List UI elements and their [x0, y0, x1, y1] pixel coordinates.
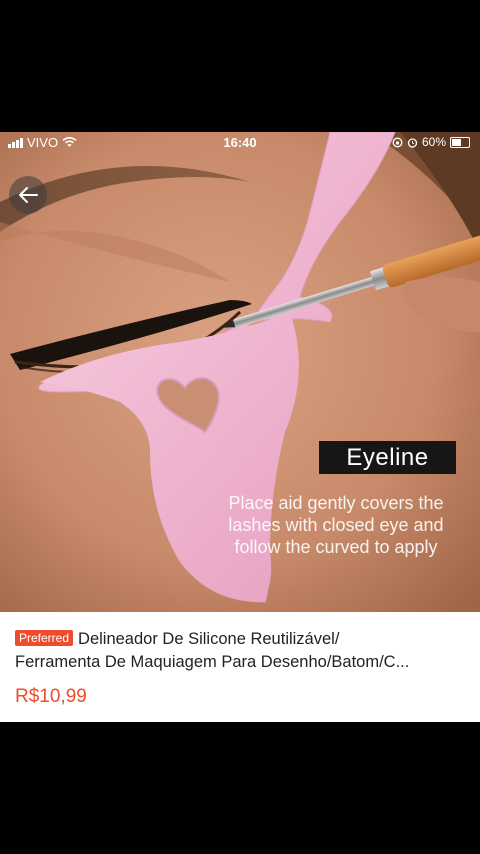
product-title[interactable]: Preferred Delineador De Silicone Reutiliz… — [15, 628, 465, 674]
product-info: Preferred Delineador De Silicone Reutiliz… — [0, 612, 480, 722]
product-price: R$10,99 — [15, 686, 87, 707]
alarm-icon — [407, 137, 418, 148]
back-arrow-icon — [19, 187, 38, 203]
status-bar: VIVO 16:40 60% — [0, 132, 480, 154]
battery-icon — [450, 136, 470, 148]
back-button[interactable] — [9, 176, 47, 214]
product-title-line2: Ferramenta De Maquiagem Para Desenho/Bat… — [15, 653, 410, 671]
caption-line: lashes with closed eye and — [228, 515, 444, 535]
image-caption-text: Place aid gently covers the lashes with … — [204, 492, 468, 558]
caption-line: Place aid gently covers the — [228, 493, 444, 513]
screen: VIVO 16:40 60% Eyeline Place aid gently … — [0, 132, 480, 722]
image-caption-title: Eyeline — [319, 441, 456, 474]
product-image[interactable]: VIVO 16:40 60% Eyeline Place aid gently … — [0, 132, 480, 612]
preferred-badge: Preferred — [15, 630, 74, 646]
product-title-line1: Delineador De Silicone Reutilizável/ — [78, 630, 340, 648]
caption-line: follow the curved to apply — [234, 537, 438, 557]
battery-percent: 60% — [421, 135, 446, 149]
lock-rotation-icon — [392, 137, 403, 147]
